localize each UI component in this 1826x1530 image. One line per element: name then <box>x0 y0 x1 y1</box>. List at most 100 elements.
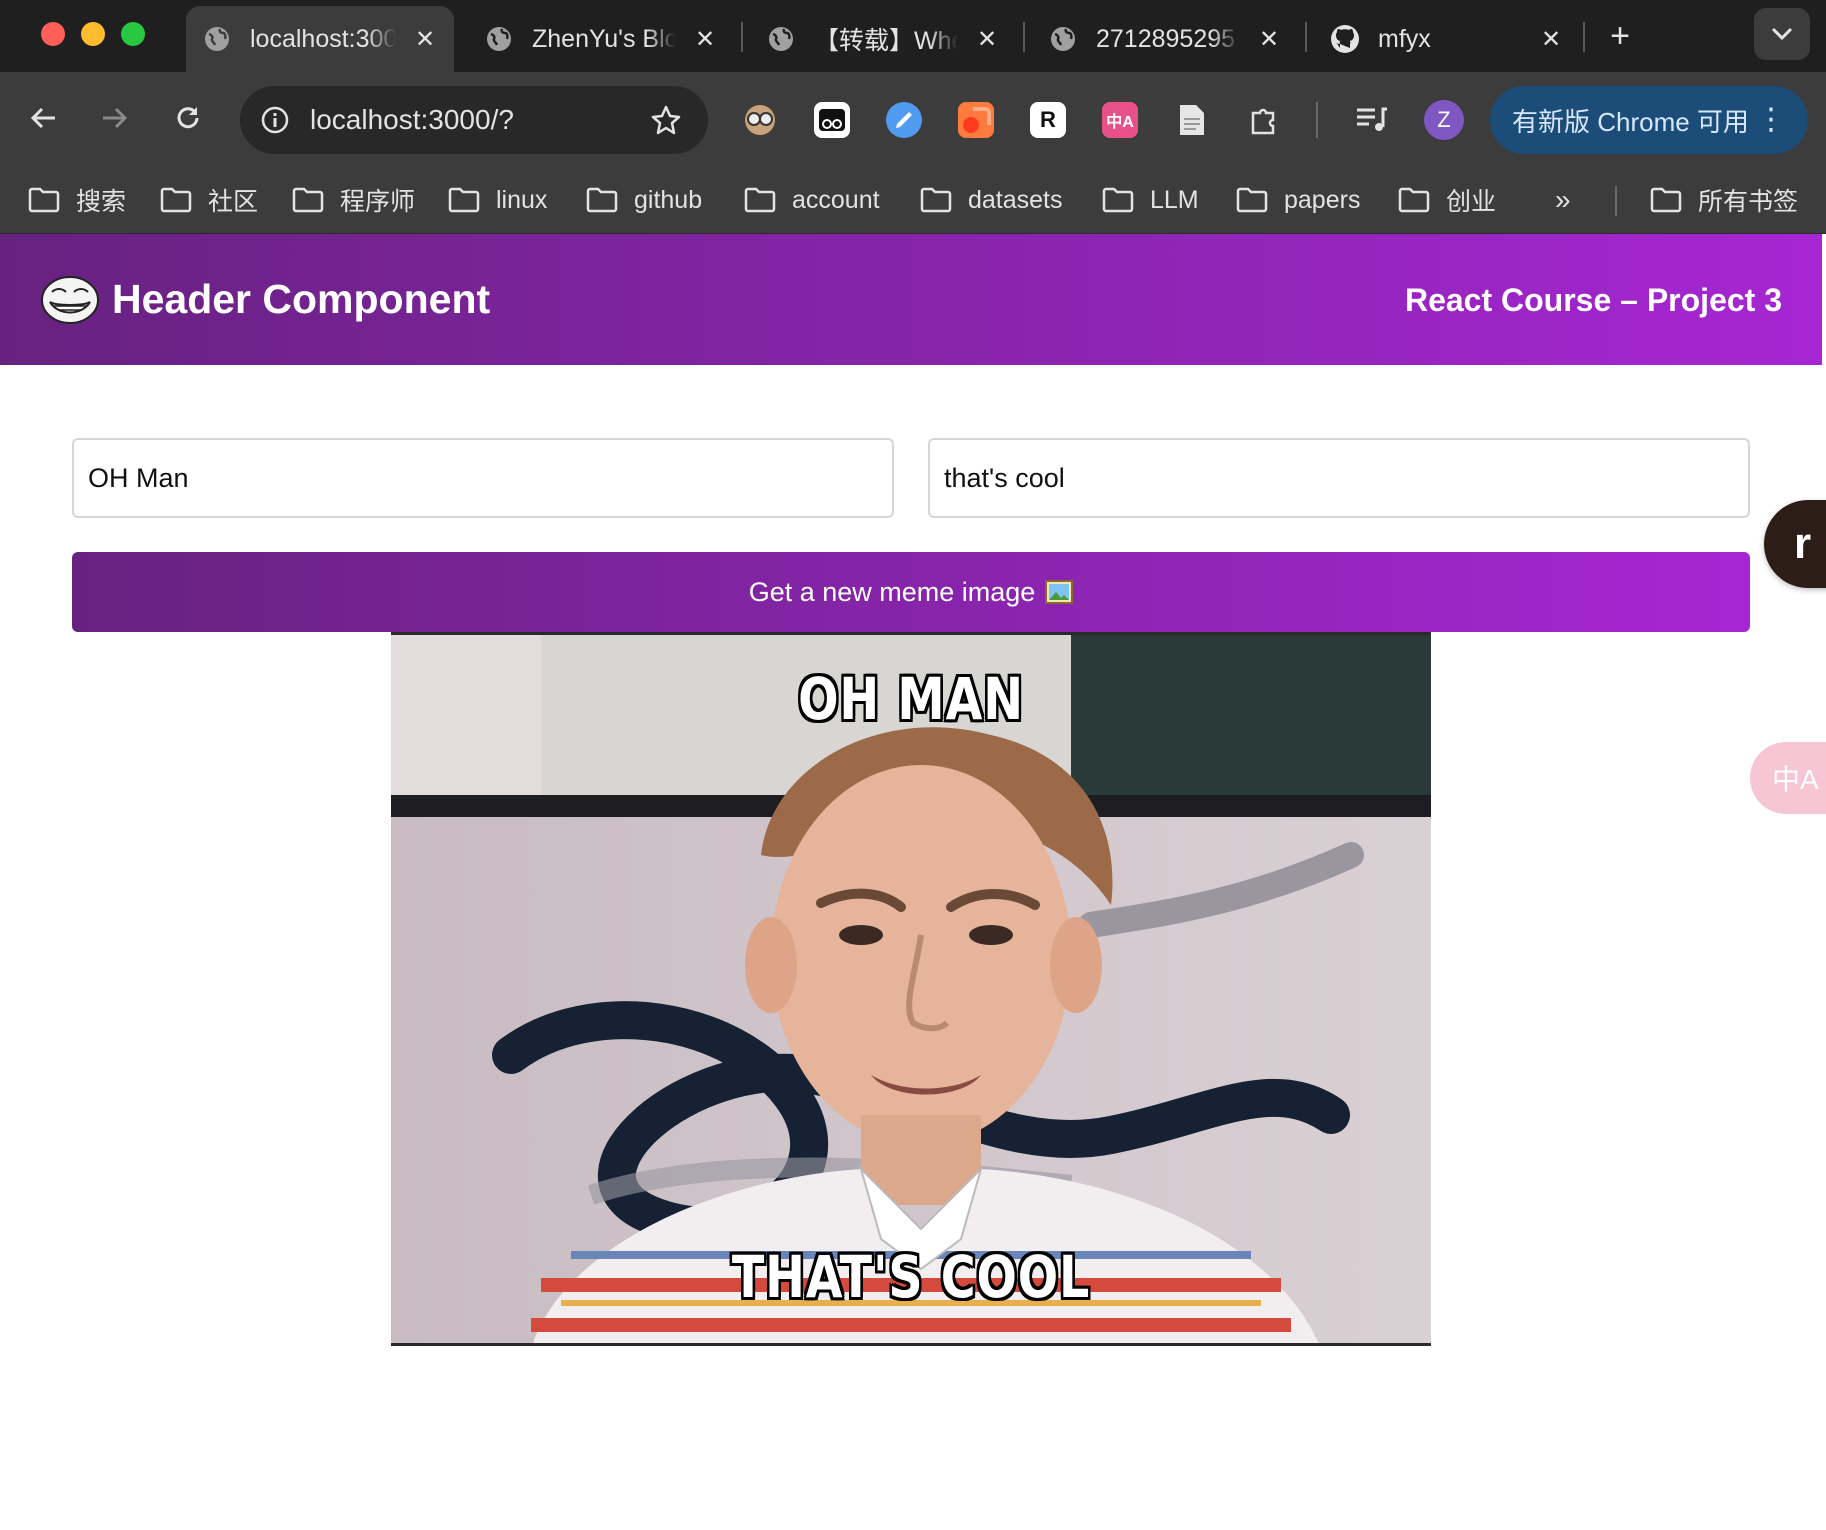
browser-toolbar: localhost:3000/? R 中A Z 有新版 Chrome 可用 ⋮ <box>0 72 1826 168</box>
bookmarks-overflow-button[interactable]: » <box>1555 180 1571 220</box>
globe-icon <box>484 24 514 54</box>
reload-icon <box>177 107 199 129</box>
bookmark-label: 社区 <box>208 188 259 216</box>
new-tab-button[interactable]: + <box>1600 16 1640 56</box>
doc-extension-icon[interactable] <box>1174 102 1210 138</box>
bookmark-label: 搜索 <box>76 188 127 216</box>
close-icon[interactable]: ✕ <box>1536 24 1566 54</box>
translate-extension-icon[interactable]: 中A <box>1102 102 1138 138</box>
bookmark-label: account <box>792 185 880 214</box>
folder-icon <box>920 187 952 213</box>
bookmark-item[interactable]: 社区 <box>160 180 258 220</box>
arrow-right-icon <box>103 107 128 129</box>
page-title: Header Component <box>112 276 491 322</box>
app-header: Header Component React Course – Project … <box>0 234 1822 365</box>
tab-separator <box>1023 22 1025 52</box>
close-icon[interactable]: ✕ <box>1254 24 1284 54</box>
bookmarks-bar: 搜索 社区 程序师 linux github account datasets … <box>0 168 1826 234</box>
address-bar[interactable]: localhost:3000/? <box>240 86 708 154</box>
meme-photo <box>391 635 1431 1343</box>
close-icon[interactable]: ✕ <box>972 24 1002 54</box>
site-info-icon[interactable] <box>258 103 292 137</box>
tab-separator <box>1583 22 1585 52</box>
bookmark-item[interactable]: papers <box>1236 180 1360 220</box>
tab-title: mfyx <box>1378 24 1431 53</box>
bookmark-label: 所有书签 <box>1698 188 1799 216</box>
reload-button[interactable] <box>164 94 212 142</box>
glasses-extension-icon[interactable] <box>814 102 850 138</box>
page-viewport: Header Component React Course – Project … <box>0 234 1826 1530</box>
project-label: React Course – Project 3 <box>1404 282 1782 318</box>
folder-icon <box>1236 187 1268 213</box>
bookmark-item[interactable]: github <box>586 180 702 220</box>
bookmark-label: linux <box>496 185 548 214</box>
puzzle-extension-icon[interactable] <box>1246 102 1282 138</box>
fullscreen-window-button[interactable] <box>121 22 145 46</box>
translate-side-widget[interactable]: 中A <box>1750 742 1826 814</box>
arrow-left-icon <box>30 107 55 129</box>
folder-icon <box>586 187 618 213</box>
url-text[interactable]: localhost:3000/? <box>310 104 646 136</box>
back-button[interactable] <box>20 94 68 142</box>
owl-extension-icon[interactable] <box>742 102 778 138</box>
tab-title: 【转载】When <box>814 27 958 55</box>
tab-github-mfyx[interactable]: mfyx ✕ <box>1314 6 1580 72</box>
more-menu-icon[interactable]: ⋮ <box>1756 100 1786 140</box>
bookmark-star-icon[interactable] <box>646 100 686 140</box>
folder-icon <box>28 187 60 213</box>
tab-zhenyu-blog[interactable]: ZhenYu's Blog ✕ <box>468 6 734 72</box>
orange-extension-icon[interactable] <box>958 102 994 138</box>
tab-title: localhost:3000 <box>250 24 396 53</box>
github-icon <box>1330 24 1360 54</box>
bottom-text-input[interactable] <box>928 438 1750 518</box>
tab-separator <box>1305 22 1307 52</box>
bookmark-label: github <box>634 185 703 214</box>
bookmark-item[interactable]: linux <box>448 180 547 220</box>
bookmark-item[interactable]: LLM <box>1102 180 1199 220</box>
tab-search-button[interactable] <box>1754 8 1810 60</box>
minimize-window-button[interactable] <box>81 22 105 46</box>
bookmark-item[interactable]: datasets <box>920 180 1063 220</box>
new-meme-button-label: Get a new meme image <box>748 576 1036 607</box>
update-label: 有新版 Chrome 可用 <box>1512 106 1749 137</box>
bookmark-label: papers <box>1284 185 1361 214</box>
bookmark-label: datasets <box>968 185 1063 214</box>
folder-icon <box>744 187 776 213</box>
r-extension-icon[interactable]: R <box>1030 102 1066 138</box>
bookmark-label: 创业 <box>1446 188 1497 216</box>
bookmark-item[interactable]: 程序师 <box>292 180 415 220</box>
bookmark-label: LLM <box>1150 185 1199 214</box>
close-icon[interactable]: ✕ <box>410 24 440 54</box>
tab-title: 2712895295 <box>1096 24 1236 53</box>
globe-icon <box>766 24 796 54</box>
chrome-update-button[interactable]: 有新版 Chrome 可用 ⋮ <box>1490 86 1808 154</box>
tab-strip: localhost:3000 ✕ ZhenYu's Blog ✕ 【转载】Whe… <box>0 0 1826 72</box>
bookmarks-divider <box>1615 186 1617 216</box>
top-text-input[interactable] <box>72 438 894 518</box>
profile-avatar[interactable]: Z <box>1424 100 1464 140</box>
bookmark-item[interactable]: 创业 <box>1398 180 1496 220</box>
close-icon[interactable]: ✕ <box>690 24 720 54</box>
globe-icon <box>202 24 232 54</box>
tab-number[interactable]: 2712895295 ✕ <box>1032 6 1298 72</box>
picture-icon <box>1045 580 1074 604</box>
toolbar-divider <box>1316 102 1318 138</box>
folder-icon <box>292 187 324 213</box>
media-control-icon[interactable] <box>1354 102 1390 138</box>
close-window-button[interactable] <box>41 22 65 46</box>
forward-button[interactable] <box>90 94 138 142</box>
meme-top-caption: OH MAN <box>798 665 1024 733</box>
reader-side-widget[interactable]: r <box>1764 500 1826 588</box>
folder-icon <box>1102 187 1134 213</box>
folder-icon <box>448 187 480 213</box>
new-meme-button[interactable]: Get a new meme image <box>72 552 1750 632</box>
bookmark-item[interactable]: 搜索 <box>28 180 126 220</box>
globe-icon <box>1048 24 1078 54</box>
bookmark-item[interactable]: account <box>744 180 880 220</box>
tab-repost[interactable]: 【转载】When ✕ <box>750 6 1016 72</box>
tab-localhost[interactable]: localhost:3000 ✕ <box>186 6 454 72</box>
folder-icon <box>1398 187 1430 213</box>
bookmark-label: 程序师 <box>340 188 416 216</box>
all-bookmarks-button[interactable]: 所有书签 <box>1650 180 1798 220</box>
pen-extension-icon[interactable] <box>886 102 922 138</box>
